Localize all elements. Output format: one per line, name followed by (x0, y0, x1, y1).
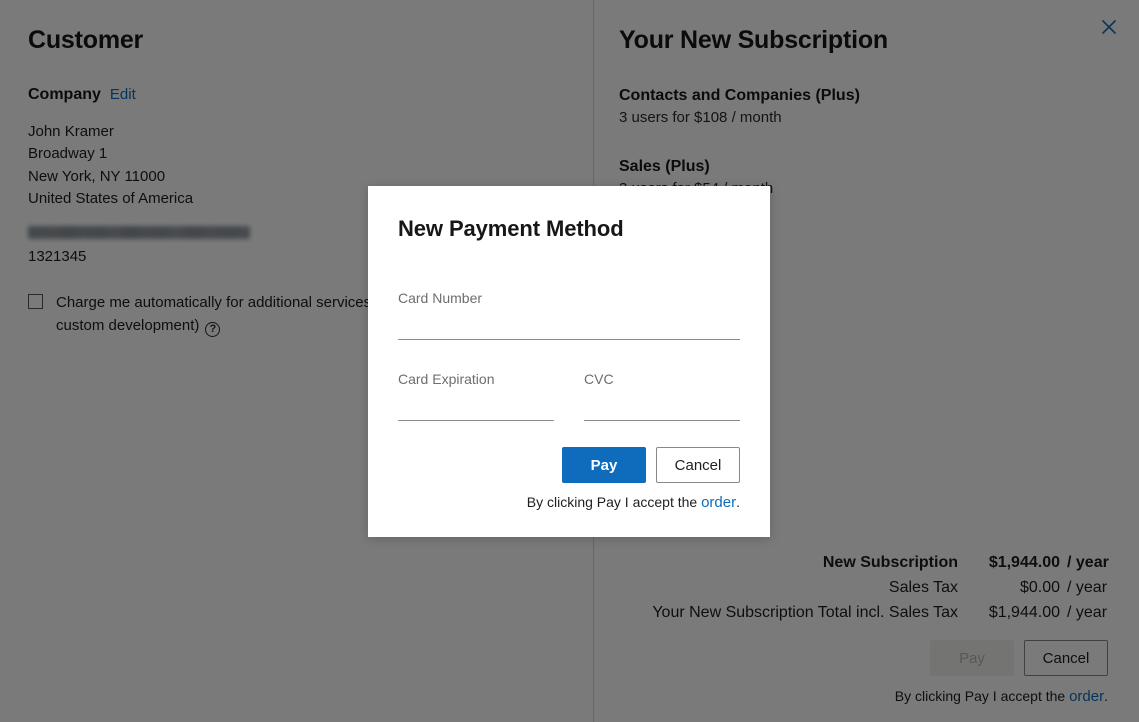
dialog-accept-text: By clicking Pay I accept the order. (398, 494, 740, 511)
new-payment-method-dialog: New Payment Method Card Number Card Expi… (368, 186, 770, 537)
dialog-title: New Payment Method (398, 216, 624, 241)
accept-prefix: By clicking Pay I accept the (526, 494, 702, 510)
accept-suffix: . (736, 494, 740, 510)
card-number-label: Card Number (398, 290, 483, 306)
cvc-input[interactable] (584, 393, 740, 421)
card-expiration-input[interactable] (398, 393, 554, 421)
dialog-cancel-button[interactable]: Cancel (656, 447, 740, 483)
dialog-actions: Pay Cancel (398, 447, 740, 483)
cvc-field: CVC (584, 371, 740, 421)
card-expiration-label: Card Expiration (398, 371, 495, 387)
card-number-field: Card Number (398, 290, 740, 340)
dialog-pay-button[interactable]: Pay (562, 447, 646, 483)
payment-page: Customer Company Edit John Kramer Broadw… (0, 0, 1139, 722)
expiry-cvc-row: Card Expiration CVC (398, 371, 740, 421)
card-expiration-field: Card Expiration (398, 371, 554, 421)
dialog-order-link[interactable]: order (701, 494, 736, 511)
cvc-label: CVC (584, 371, 614, 387)
dialog-body: New Payment Method Card Number Card Expi… (368, 186, 770, 537)
card-number-input[interactable] (398, 312, 740, 340)
